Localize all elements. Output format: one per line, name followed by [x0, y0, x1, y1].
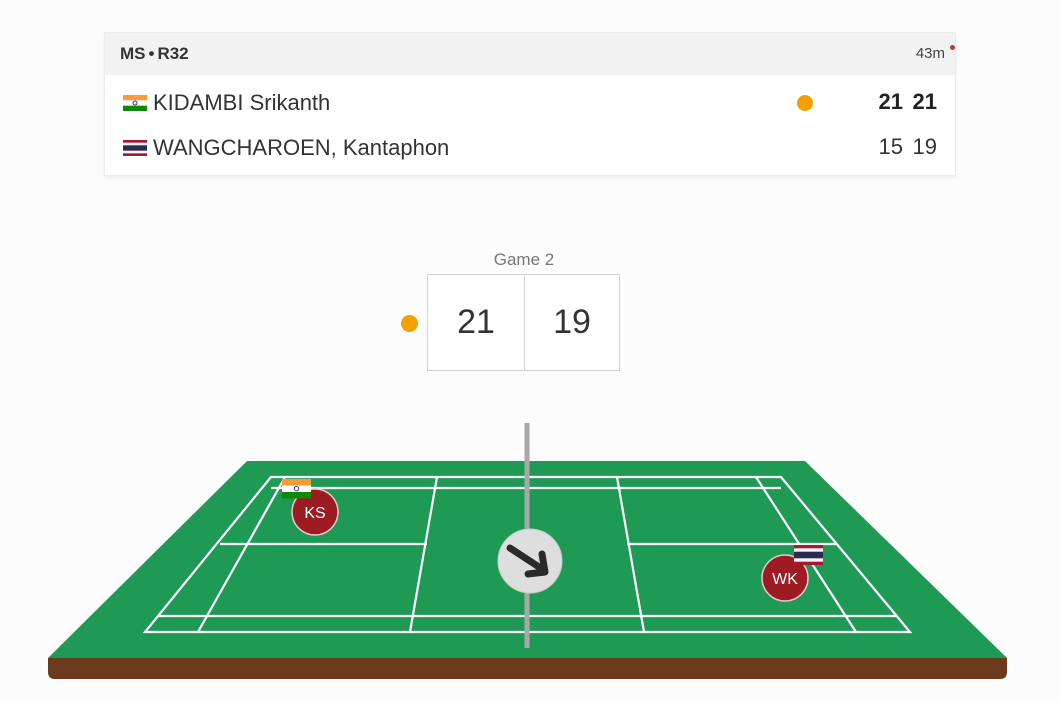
thailand-flag-icon	[794, 545, 823, 565]
shuttle-direction-indicator	[497, 528, 563, 594]
india-flag-icon	[282, 479, 311, 499]
court-base	[48, 658, 1007, 679]
player-initials: WK	[772, 571, 798, 588]
player-initials: KS	[304, 505, 325, 522]
badminton-court: KS WK	[48, 423, 1007, 679]
